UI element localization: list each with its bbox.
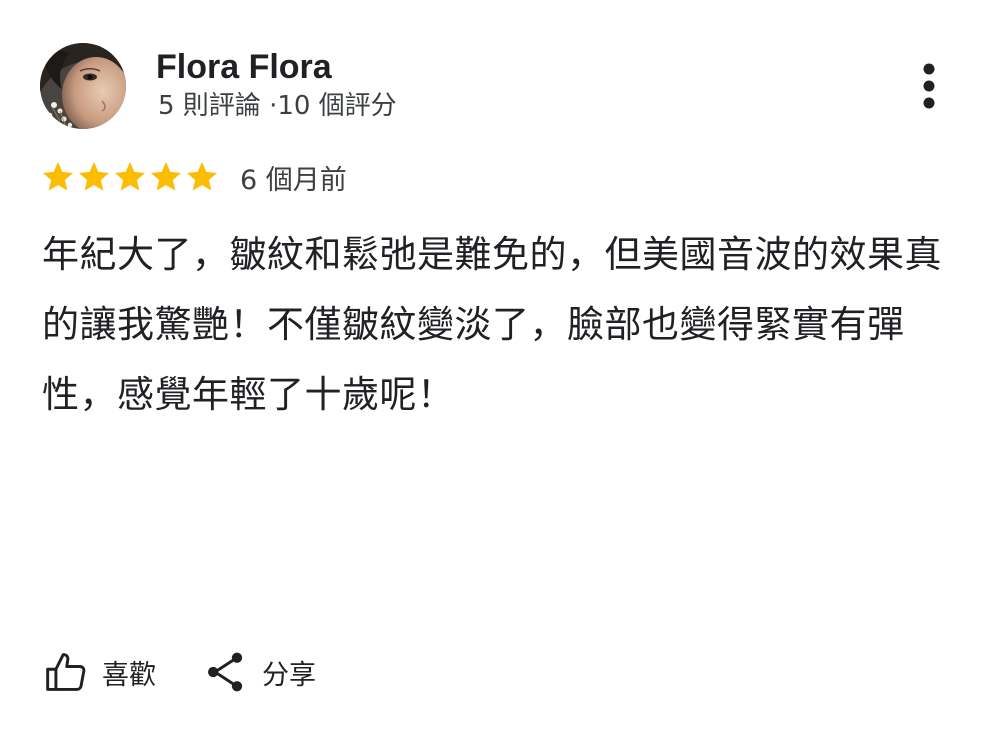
review-actions: 喜歡 分享 [44,645,364,699]
share-icon [208,652,243,692]
like-button[interactable]: 喜歡 [44,650,156,694]
thumbs-up-icon [46,653,86,691]
star-icon [79,162,109,191]
star-icon [187,162,217,191]
rating-row: 6 個月前 [40,158,347,196]
avatar[interactable] [40,43,126,129]
star-icon [43,162,73,191]
avatar-photo [40,43,126,129]
like-label: 喜歡 [102,659,156,691]
share-button[interactable]: 分享 [204,650,316,694]
star-rating [40,159,220,195]
share-label: 分享 [262,659,316,691]
review-card: Flora Flora 5 則評論 ·10 個評分 6 個月前 年紀大了，皺紋和… [0,0,1000,741]
reviewer-name[interactable]: Flora Flora [156,46,332,88]
review-text: 年紀大了，皺紋和鬆弛是難免的，但美國音波的效果真的讓我驚艷！不僅皺紋變淡了，臉部… [42,233,942,416]
more-options-button[interactable] [908,60,950,114]
star-icon [151,162,181,191]
more-vert-icon [923,63,935,109]
star-icon [115,162,145,191]
reviewer-stats: 5 則評論 ·10 個評分 [158,91,397,121]
review-time: 6 個月前 [240,164,347,196]
